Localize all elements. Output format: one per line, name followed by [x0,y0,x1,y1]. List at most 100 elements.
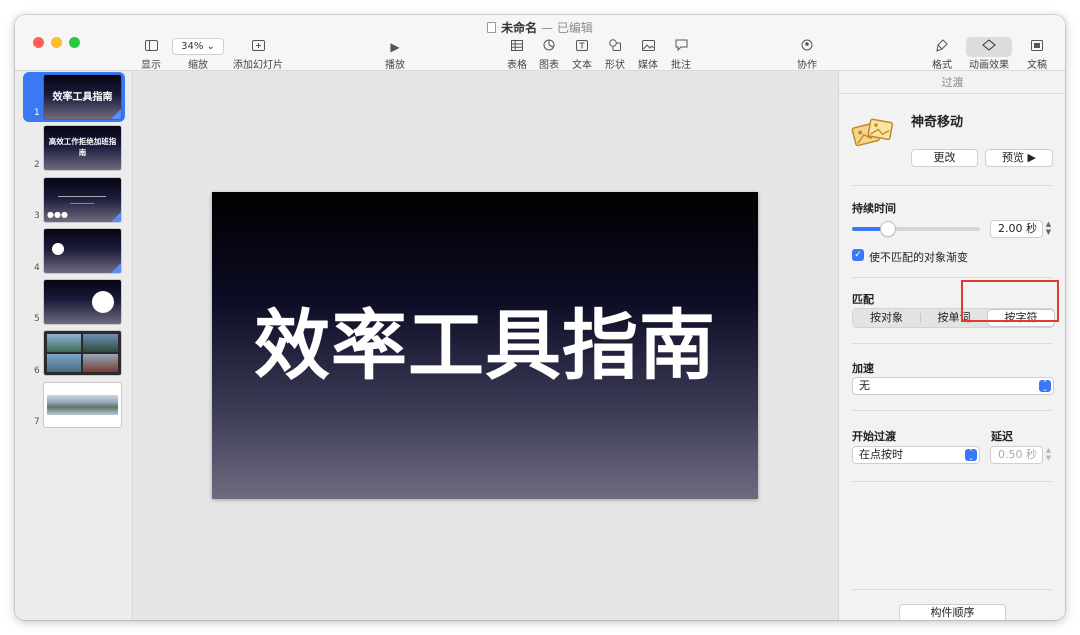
chevron-down-icon[interactable]: ▼ [1046,454,1051,462]
build-order-button[interactable]: 构件顺序 [899,604,1006,620]
delay-field[interactable]: 0.50 秒 [990,446,1043,464]
media-button[interactable]: 媒体 [637,39,659,71]
slide-canvas: 效率工具指南 [134,71,838,620]
document-title: 未命名 — 已编辑 [15,19,1065,36]
zoom-value: 34% [181,41,204,52]
current-slide[interactable]: 效率工具指南 [212,192,758,499]
thumb-title: 效率工具指南 [52,92,113,103]
duration-field[interactable]: 2.00 秒 [990,220,1043,238]
chevron-up-icon[interactable]: ▲ [1046,220,1051,228]
photo-image [47,334,81,352]
animate-button[interactable]: 动画效果 [966,39,1012,71]
transition-badge-icon [111,212,121,222]
chevron-down-icon[interactable]: ▼ [1046,228,1051,236]
document-status: 已编辑 [556,21,593,35]
play-label: 播放 [385,60,405,71]
view-label: 显示 [141,60,161,71]
table-button[interactable]: 表格 [506,39,528,71]
slide-number: 1 [34,108,40,118]
text-button[interactable]: 文本 [571,39,593,71]
format-button[interactable]: 格式 [929,39,955,71]
comment-icon [670,39,692,55]
match-label: 匹配 [852,293,874,306]
updown-arrow-icon: ⌃ ⌄ [965,449,977,462]
photo-image [47,354,81,372]
acceleration-value: 无 [859,379,870,392]
chevron-down-icon: ⌄ [206,41,215,52]
zoom-select[interactable]: 34% ⌄ [172,38,224,55]
updown-arrow-icon: ⌃ ⌄ [1039,380,1051,393]
divider [852,185,1053,186]
chart-button[interactable]: 图表 [538,39,560,71]
duration-stepper[interactable]: ▲ ▼ [1043,220,1054,238]
delay-label: 延迟 [991,430,1013,443]
divider [852,277,1053,278]
slide-number: 6 [34,366,40,376]
textbox-icon [571,39,593,55]
duration-slider[interactable] [852,222,980,236]
change-effect-button[interactable]: 更改 [911,149,978,167]
magic-move-icon [851,117,895,153]
duration-slider-knob[interactable] [880,222,895,236]
landscape-image [47,395,118,415]
slide-title-text[interactable]: 效率工具指南 [212,302,758,390]
slide-number: 7 [34,417,40,427]
transition-tab[interactable]: 过渡 [839,71,1065,94]
slide-thumbnail: 高效工作拒绝加班指南 [44,126,121,170]
chevron-up-icon[interactable]: ▲ [1046,446,1051,454]
document-panel-icon [1024,39,1050,55]
text-label: 文本 [572,60,592,71]
slide-number: 5 [34,314,40,324]
slide-thumbnail [44,331,121,375]
photo-image [83,354,118,372]
comment-button[interactable]: 批注 [670,39,692,71]
zoom-label: 缩放 [188,60,208,71]
delay-stepper[interactable]: ▲ ▼ [1043,446,1054,464]
fade-checkbox-label: 使不匹配的对象渐变 [869,251,968,264]
comment-label: 批注 [671,60,691,71]
photo-image [83,334,118,352]
sidebar-icon [139,39,163,55]
zoom-control[interactable]: 34% ⌄ 缩放 [171,38,225,71]
title-separator: — [541,21,553,35]
add-slide-button[interactable]: 添加幻灯片 [232,39,284,71]
document-label: 文稿 [1027,60,1047,71]
minimize-window-button[interactable] [51,37,62,48]
slide-thumbnail [44,383,121,427]
zoom-window-button[interactable] [69,37,80,48]
divider [852,589,1053,590]
view-button[interactable]: 显示 [139,39,163,71]
slide-number: 4 [34,263,40,273]
annotation-highlight-box [961,280,1059,322]
animate-label: 动画效果 [969,60,1009,71]
thumb-title: 高效工作拒绝加班指南 [48,137,117,157]
effect-name: 神奇移动 [911,115,964,130]
preview-button[interactable]: 预览 ▶ [985,149,1053,167]
document-button[interactable]: 文稿 [1024,39,1050,71]
play-icon: ▶ [390,40,400,54]
slide-thumbnail [44,229,121,273]
shape-label: 形状 [605,60,625,71]
divider [852,481,1053,482]
play-button[interactable]: ▶ 播放 [383,39,407,71]
collaborate-button[interactable]: 协作 [795,39,819,71]
duration-label: 持续时间 [852,202,896,215]
start-transition-select[interactable]: 在点按时 ⌃ ⌄ [852,446,980,464]
slide-navigator: 1 效率工具指南 2 高效工作拒绝加班指南 3 ●●● 4 5 6 7 [15,71,133,620]
collaborate-icon [795,39,819,55]
diamond-icon [966,39,1012,55]
paintbrush-icon [929,39,955,55]
fade-checkbox[interactable]: ✓ [852,249,864,261]
circle-shape [92,291,114,313]
close-window-button[interactable] [33,37,44,48]
match-by-object[interactable]: 按对象 [853,309,920,327]
more-dots-icon: ●●● [47,210,68,219]
document-name: 未命名 [501,21,538,35]
slide-number: 2 [34,160,40,170]
checkmark-icon: ✓ [854,250,862,260]
shape-button[interactable]: 形状 [604,39,626,71]
chart-label: 图表 [539,60,559,71]
keynote-window: 未命名 — 已编辑 显示 34% ⌄ 缩放 添加幻灯片 ▶ 播放 表格 图表 文… [15,15,1065,620]
acceleration-select[interactable]: 无 ⌃ ⌄ [852,377,1054,395]
transition-badge-icon [111,263,121,273]
